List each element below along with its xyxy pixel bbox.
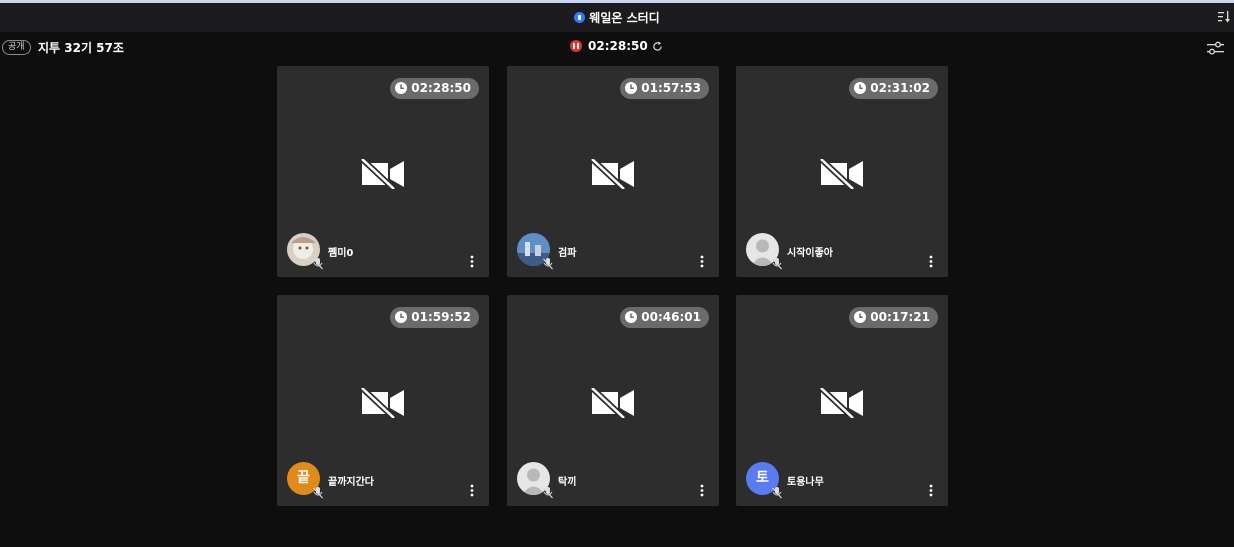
more-options-icon[interactable] [929,482,933,497]
whale-on-logo-icon [574,12,586,23]
room-name: 지투 32기 57조 [38,41,124,55]
camera-off-icon [359,156,406,192]
participant-name: 쩸미0 [328,248,354,259]
participant-tile[interactable]: 01:59:52 끝 끝까지간다 [277,295,489,506]
more-options-icon[interactable] [929,253,933,268]
clock-icon [625,80,638,94]
clock-icon [625,309,638,323]
clock-icon [395,309,408,323]
participant-name: 끝까지간다 [328,477,374,488]
camera-off-icon [359,385,406,421]
mic-off-icon [313,484,323,499]
study-time-badge: 01:59:52 [390,307,479,328]
study-time-badge: 00:46:01 [620,307,709,328]
participant-tile[interactable]: 00:17:21 토 토용나무 [736,295,948,506]
session-timer-text: 02:28:50 [588,39,648,53]
camera-off-icon [589,156,636,192]
refresh-icon[interactable] [652,41,663,52]
mic-off-icon [543,255,553,270]
window-title: 웨일온 스터디 [0,9,1234,26]
room-info-bar: 공개 지투 32기 57조 02:28:50 [0,36,1234,60]
clock-icon [854,80,867,94]
mic-off-icon [543,484,553,499]
pause-record-icon[interactable] [570,40,582,52]
clock-icon [395,80,408,94]
study-time-text: 02:31:02 [870,81,930,95]
participant-tile[interactable]: 02:28:50 쩸미0 [277,66,489,277]
camera-off-icon [818,156,865,192]
visibility-badge: 공개 [2,40,31,55]
clock-icon [854,309,867,323]
more-options-icon[interactable] [700,253,704,268]
study-time-text: 02:28:50 [411,81,471,95]
participant-name: 검파 [558,248,577,259]
more-options-icon[interactable] [700,482,704,497]
camera-off-icon [589,385,636,421]
title-bar: 웨일온 스터디 [0,0,1234,32]
participant-tile[interactable]: 00:46:01 탁끼 [507,295,719,506]
participant-name: 탁끼 [558,477,577,488]
more-options-icon[interactable] [470,253,474,268]
mic-off-icon [772,484,782,499]
sort-icon[interactable] [1218,11,1230,23]
study-time-text: 00:46:01 [641,310,701,324]
participant-name: 시작이좋아 [787,248,833,259]
participant-tile[interactable]: 02:31:02 시작이좋아 [736,66,948,277]
study-time-text: 01:59:52 [411,310,471,324]
study-time-text: 00:17:21 [870,310,930,324]
window-title-text: 웨일온 스터디 [589,11,660,25]
participant-tile[interactable]: 01:57:53 검파 [507,66,719,277]
study-time-text: 01:57:53 [641,81,701,95]
study-time-badge: 01:57:53 [620,78,709,99]
study-time-badge: 00:17:21 [849,307,938,328]
participant-name: 토용나무 [787,477,824,488]
study-time-badge: 02:28:50 [390,78,479,99]
session-timer: 02:28:50 [570,39,663,53]
mic-off-icon [772,255,782,270]
camera-off-icon [818,385,865,421]
settings-sliders-icon[interactable] [1207,41,1224,55]
more-options-icon[interactable] [470,482,474,497]
mic-off-icon [313,255,323,270]
study-time-badge: 02:31:02 [849,78,938,99]
